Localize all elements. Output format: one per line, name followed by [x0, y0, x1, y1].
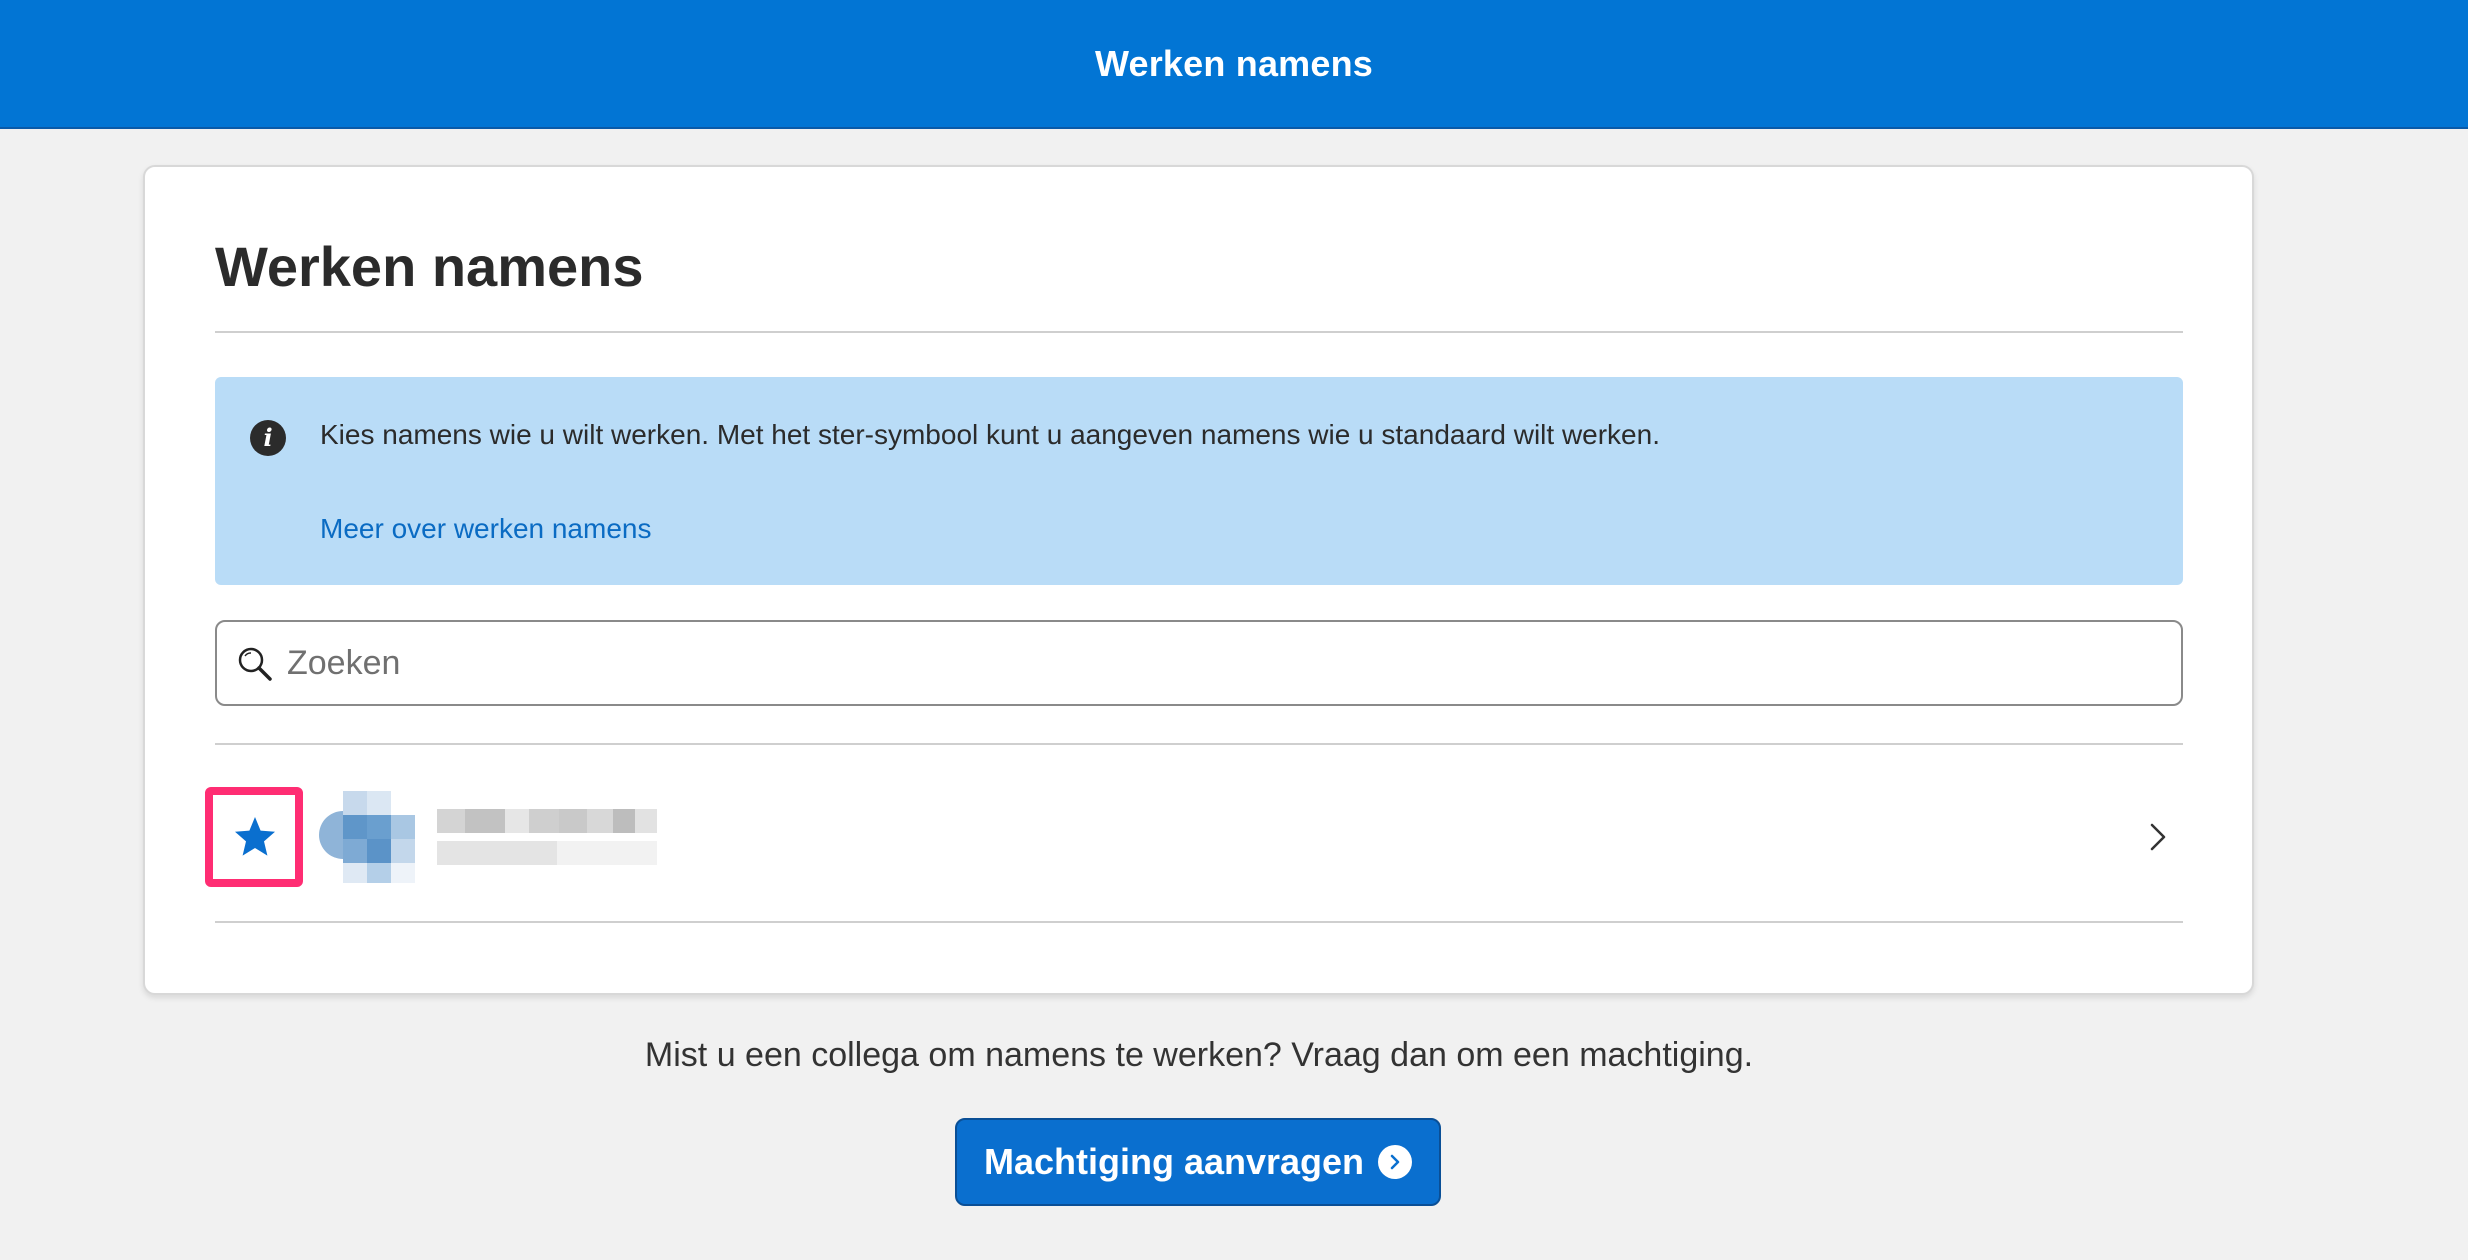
top-bar-title: Werken namens — [1094, 42, 1374, 84]
request-authorization-button[interactable]: Machtiging aanvragen — [955, 1118, 1441, 1206]
footer-text: Mist u een collega om namens te werken? … — [644, 1036, 1754, 1074]
search-field[interactable] — [215, 620, 2183, 706]
title-divider — [215, 331, 2183, 333]
arrow-circle-right-icon — [1378, 1145, 1413, 1179]
list-item-name — [437, 791, 657, 883]
avatar — [319, 791, 415, 883]
list-item[interactable] — [205, 787, 2183, 887]
page-title: Werken namens — [215, 235, 644, 298]
info-box: i Kies namens wie u wilt werken. Met het… — [215, 377, 2183, 585]
main-card: Werken namens i Kies namens wie u wilt w… — [143, 165, 2254, 995]
favorite-star-button[interactable] — [205, 787, 303, 887]
info-icon: i — [250, 420, 286, 456]
chevron-right-icon — [2150, 823, 2166, 851]
star-icon — [235, 817, 275, 856]
search-icon — [238, 647, 272, 681]
list-top-divider — [215, 743, 2183, 745]
request-authorization-label: Machtiging aanvragen — [983, 1141, 1365, 1182]
info-text: Kies namens wie u wilt werken. Met het s… — [320, 419, 1660, 450]
info-link[interactable]: Meer over werken namens — [320, 511, 651, 547]
list-bottom-divider — [215, 921, 2183, 923]
top-bar: Werken namens — [0, 0, 2468, 129]
search-input[interactable] — [287, 632, 2167, 694]
